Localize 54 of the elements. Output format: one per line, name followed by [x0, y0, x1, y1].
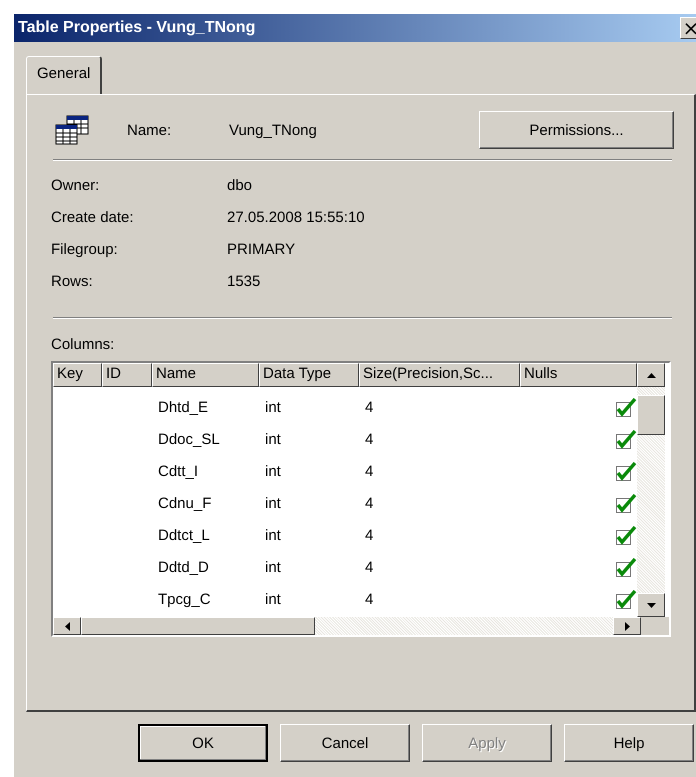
column-header[interactable]: Nulls [520, 363, 637, 387]
table-cell-text: 4 [364, 398, 374, 416]
scroll-up-icon[interactable] [637, 363, 665, 387]
column-header[interactable]: Key [53, 363, 102, 387]
column-header[interactable]: Data Type [259, 363, 359, 387]
tables-icon [55, 115, 89, 145]
table-cell-text: Cdnu_F [157, 494, 212, 512]
name-label: Name: [127, 122, 172, 138]
table-cell-text: int [264, 526, 282, 544]
property-value: 27.05.2008 15:55:10 [227, 208, 365, 226]
table-cell-text: Ddtd_D [157, 558, 210, 576]
column-header[interactable]: Size(Precision,Sc... [359, 363, 520, 387]
table-cell-text: int [264, 590, 282, 608]
dialog-button[interactable]: Cancel [280, 724, 410, 762]
table-cell-text: int [264, 430, 282, 448]
scroll-thumb[interactable] [637, 395, 665, 435]
scroll-right-icon[interactable] [613, 617, 641, 635]
property-label: Rows: [51, 272, 94, 290]
permissions-button[interactable]: Permissions... [479, 111, 674, 149]
table-cell-text: 4 [364, 462, 374, 480]
scroll-left-icon[interactable] [53, 617, 81, 635]
scrollbar-corner [641, 617, 669, 635]
table-cell-text: 4 [364, 526, 374, 544]
table-cell-text: int [264, 494, 282, 512]
vertical-scrollbar[interactable] [637, 363, 665, 617]
property-label: Owner: [51, 176, 100, 194]
name-value: Vung_TNong [229, 122, 318, 138]
property-label: Create date: [51, 208, 135, 226]
table-cell-text: Dhtd_E [157, 398, 210, 416]
scroll-thumb[interactable] [81, 617, 315, 635]
table-cell-text: 4 [364, 558, 374, 576]
table-cell-text: Tpcg_C [157, 590, 212, 608]
dialog-button[interactable]: Help [564, 724, 694, 762]
table-cell-text: int [264, 462, 282, 480]
table-cell-text: Ddoc_SL [157, 430, 221, 448]
property-value: PRIMARY [227, 240, 296, 258]
dialog-button[interactable]: OK [138, 724, 268, 762]
table-cell-text: int [264, 398, 282, 416]
table-cell-text: 4 [364, 430, 374, 448]
column-header[interactable]: ID [102, 363, 152, 387]
columns-label: Columns: [51, 334, 116, 354]
tab[interactable]: General [26, 56, 102, 94]
scroll-down-icon[interactable] [637, 593, 665, 617]
table-cell-text: Cdtt_I [157, 462, 200, 480]
window-title: Table Properties - Vung_TNong [18, 19, 256, 37]
property-value: 1535 [227, 272, 260, 290]
table-cell-text: Ddtct_L [157, 526, 211, 544]
table-cell-text: int [264, 558, 282, 576]
horizontal-scrollbar[interactable] [53, 617, 669, 635]
property-label: Filegroup: [51, 240, 119, 258]
property-value: dbo [227, 176, 252, 194]
table-cell-text: 4 [364, 494, 374, 512]
column-header[interactable]: Name [152, 363, 259, 387]
table-cell-text: 4 [364, 590, 374, 608]
